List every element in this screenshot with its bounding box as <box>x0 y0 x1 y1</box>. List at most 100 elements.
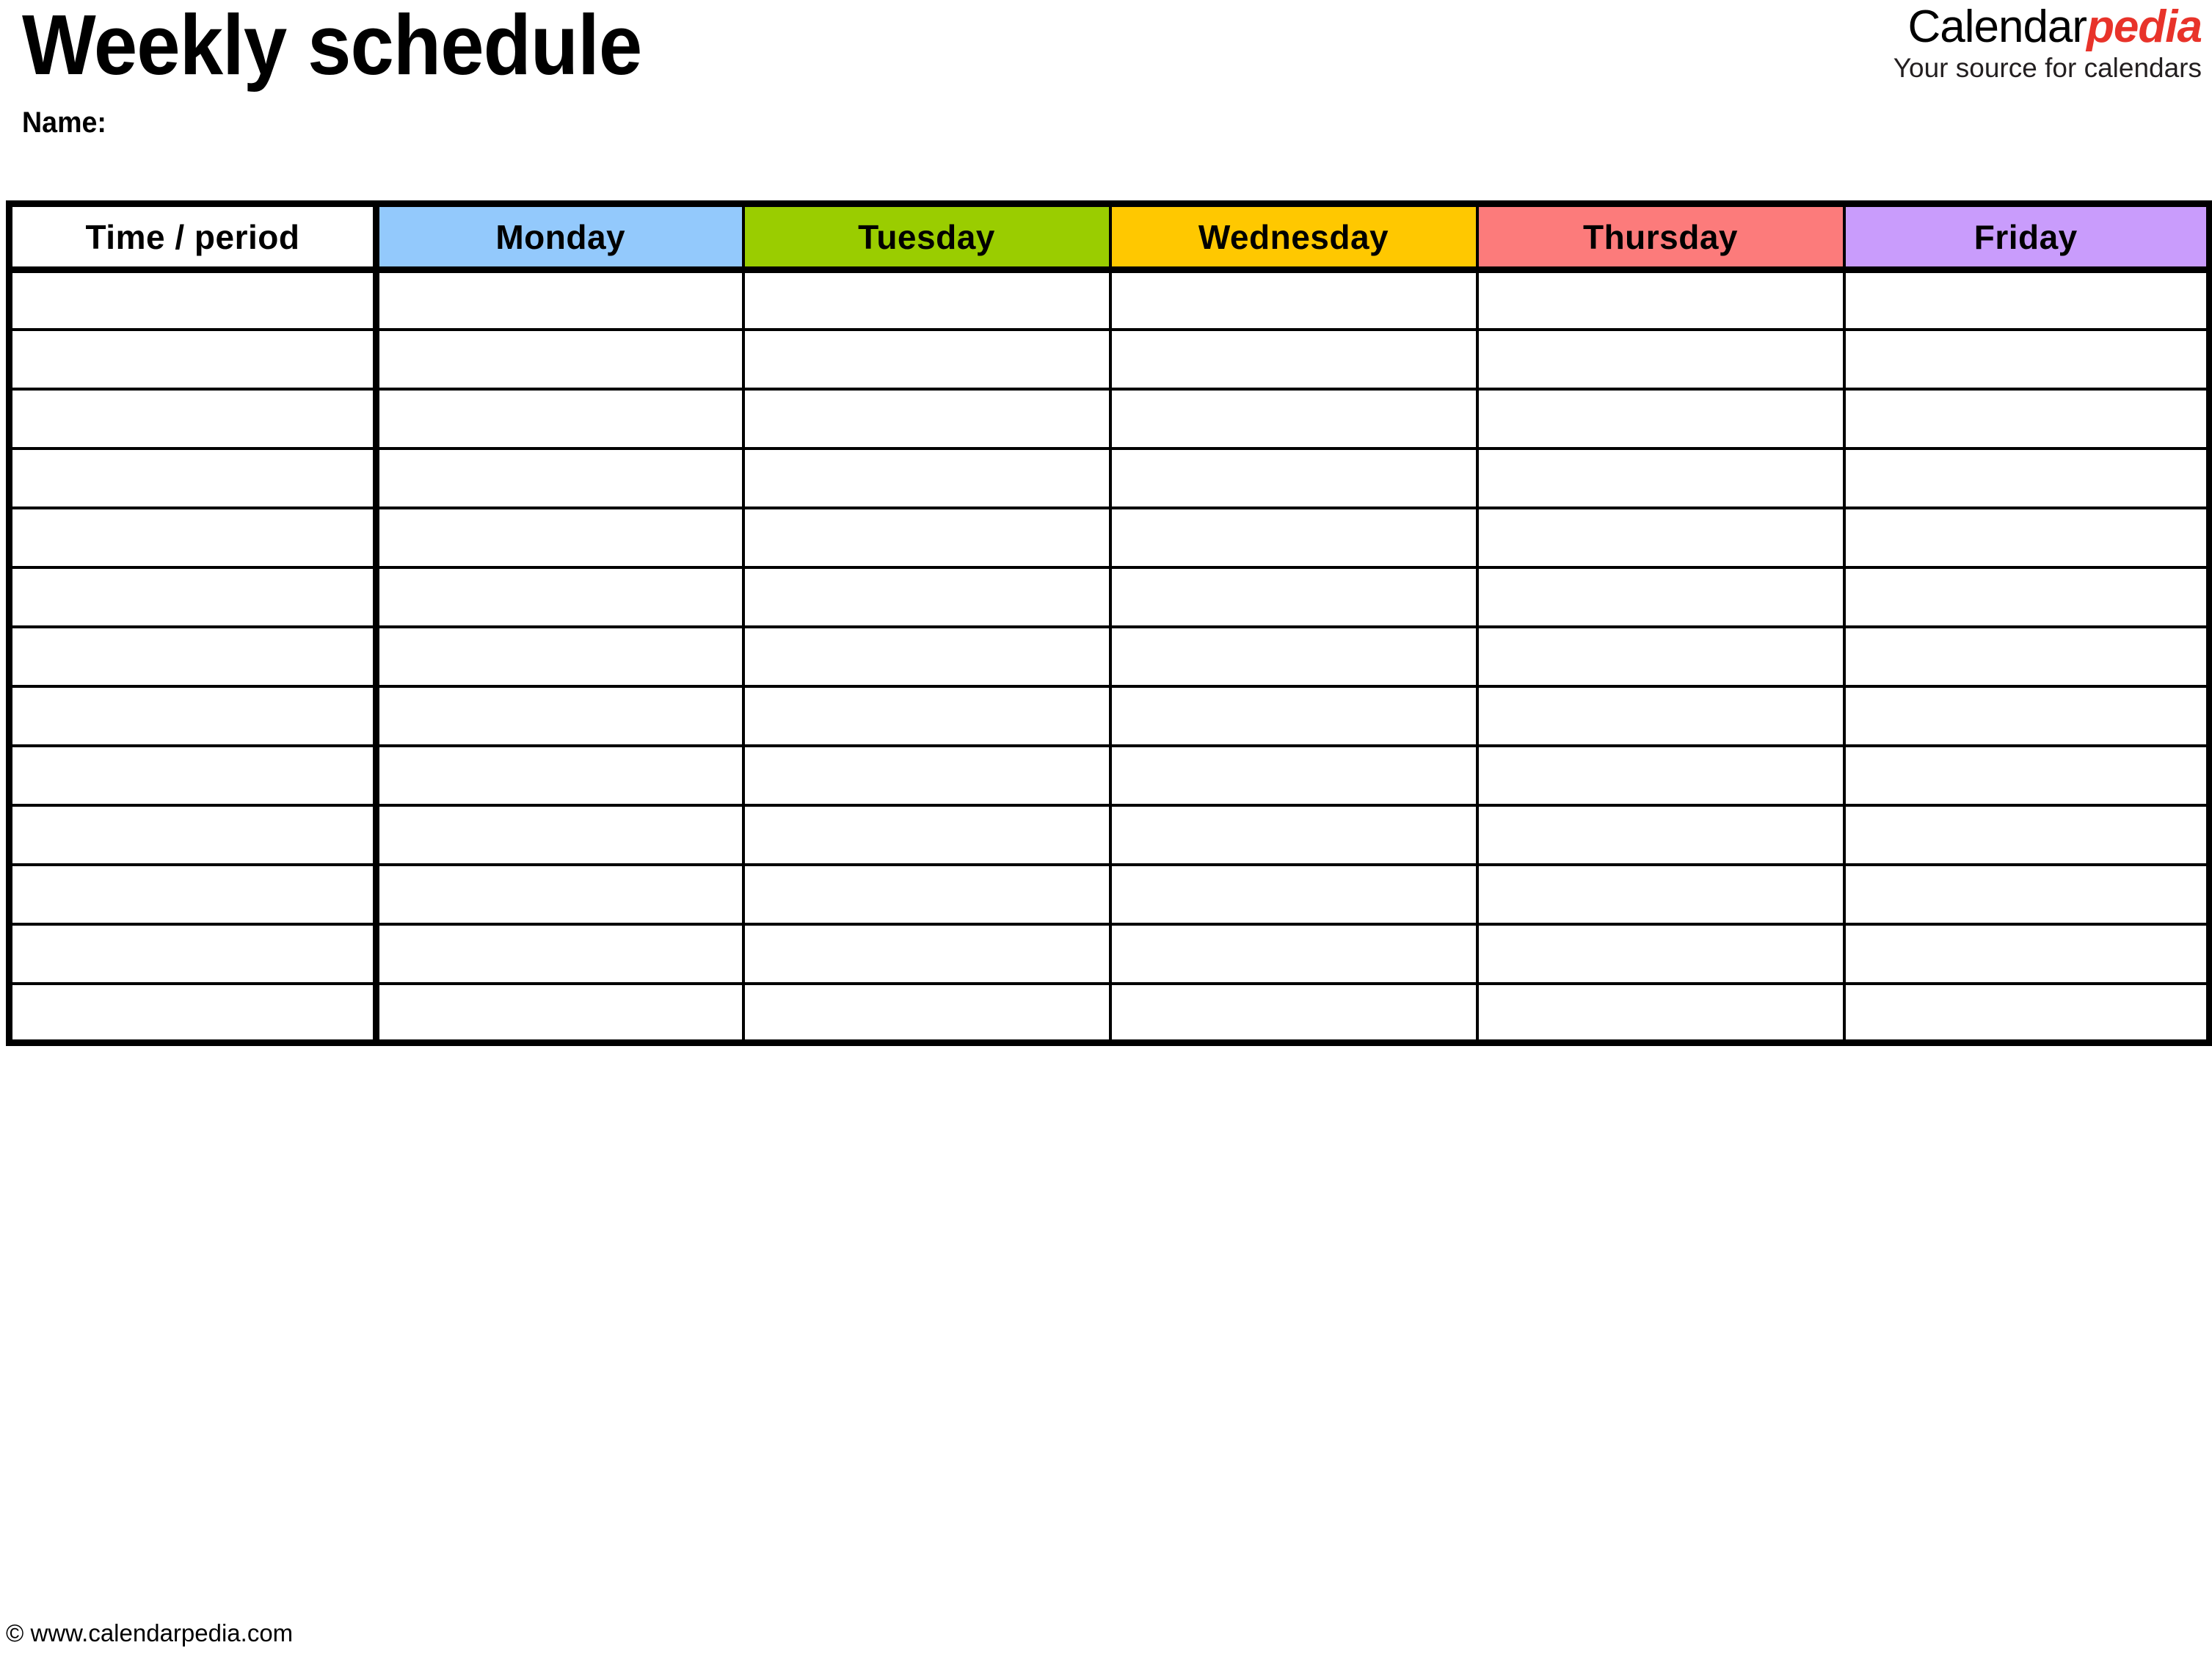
cell-friday-row2[interactable] <box>1842 327 2212 391</box>
cell-monday-row6[interactable] <box>374 565 745 628</box>
cell-friday-row4[interactable] <box>1842 446 2212 509</box>
table-row <box>6 684 2212 747</box>
cell-monday-row9[interactable] <box>374 744 745 807</box>
cell-tuesday-row4[interactable] <box>741 446 1112 509</box>
cell-monday-row2[interactable] <box>374 327 745 391</box>
cell-tuesday-row13[interactable] <box>741 981 1112 1046</box>
cell-friday-row9[interactable] <box>1842 744 2212 807</box>
cell-thursday-row7[interactable] <box>1475 625 1846 688</box>
cell-friday-row3[interactable] <box>1842 387 2212 450</box>
cell-monday-row11[interactable] <box>374 863 745 926</box>
cell-monday-row12[interactable] <box>374 922 745 985</box>
cell-monday-row7[interactable] <box>374 625 745 688</box>
cell-thursday-row12[interactable] <box>1475 922 1846 985</box>
cell-thursday-row11[interactable] <box>1475 863 1846 926</box>
cell-wednesday-row3[interactable] <box>1108 387 1479 450</box>
cell-thursday-row6[interactable] <box>1475 565 1846 628</box>
brand-name-accent: pedia <box>2087 1 2202 52</box>
cell-time-row1[interactable] <box>6 268 379 331</box>
table-row <box>6 327 2212 391</box>
cell-tuesday-row7[interactable] <box>741 625 1112 688</box>
cell-time-row13[interactable] <box>6 981 379 1046</box>
cell-tuesday-row10[interactable] <box>741 803 1112 866</box>
cell-time-row5[interactable] <box>6 506 379 569</box>
table-row <box>6 446 2212 509</box>
column-header-wednesday: Wednesday <box>1108 200 1479 273</box>
cell-tuesday-row1[interactable] <box>741 268 1112 331</box>
cell-tuesday-row5[interactable] <box>741 506 1112 569</box>
cell-time-row6[interactable] <box>6 565 379 628</box>
cell-wednesday-row12[interactable] <box>1108 922 1479 985</box>
cell-time-row10[interactable] <box>6 803 379 866</box>
cell-thursday-row10[interactable] <box>1475 803 1846 866</box>
cell-monday-row1[interactable] <box>374 268 745 331</box>
table-row <box>6 922 2212 985</box>
cell-wednesday-row6[interactable] <box>1108 565 1479 628</box>
brand-tagline: Your source for calendars <box>1893 53 2202 83</box>
cell-time-row12[interactable] <box>6 922 379 985</box>
cell-thursday-row1[interactable] <box>1475 268 1846 331</box>
cell-monday-row5[interactable] <box>374 506 745 569</box>
cell-time-row2[interactable] <box>6 327 379 391</box>
name-field-label: Name: <box>22 106 106 139</box>
cell-friday-row11[interactable] <box>1842 863 2212 926</box>
cell-wednesday-row5[interactable] <box>1108 506 1479 569</box>
cell-time-row11[interactable] <box>6 863 379 926</box>
cell-thursday-row3[interactable] <box>1475 387 1846 450</box>
cell-time-row3[interactable] <box>6 387 379 450</box>
cell-friday-row7[interactable] <box>1842 625 2212 688</box>
cell-thursday-row9[interactable] <box>1475 744 1846 807</box>
cell-thursday-row5[interactable] <box>1475 506 1846 569</box>
table-row <box>6 506 2212 569</box>
cell-wednesday-row8[interactable] <box>1108 684 1479 747</box>
cell-tuesday-row2[interactable] <box>741 327 1112 391</box>
brand-name: Calendarpedia <box>1893 4 2202 50</box>
cell-monday-row4[interactable] <box>374 446 745 509</box>
cell-wednesday-row7[interactable] <box>1108 625 1479 688</box>
cell-friday-row12[interactable] <box>1842 922 2212 985</box>
cell-friday-row5[interactable] <box>1842 506 2212 569</box>
cell-wednesday-row1[interactable] <box>1108 268 1479 331</box>
cell-wednesday-row4[interactable] <box>1108 446 1479 509</box>
cell-tuesday-row3[interactable] <box>741 387 1112 450</box>
table-body <box>6 268 2212 1046</box>
page-title: Weekly schedule <box>22 0 642 92</box>
cell-friday-row13[interactable] <box>1842 981 2212 1046</box>
table-header-row: Time / period Monday Tuesday Wednesday Thurs… <box>6 200 2212 273</box>
cell-thursday-row2[interactable] <box>1475 327 1846 391</box>
page-header: Weekly schedule Name: Calendarpedia Your… <box>0 0 2212 195</box>
cell-tuesday-row6[interactable] <box>741 565 1112 628</box>
cell-wednesday-row13[interactable] <box>1108 981 1479 1046</box>
cell-tuesday-row11[interactable] <box>741 863 1112 926</box>
cell-time-row4[interactable] <box>6 446 379 509</box>
cell-monday-row8[interactable] <box>374 684 745 747</box>
weekly-schedule-table: Time / period Monday Tuesday Wednesday Thurs… <box>6 200 2212 1046</box>
table-row <box>6 625 2212 688</box>
cell-time-row7[interactable] <box>6 625 379 688</box>
cell-wednesday-row11[interactable] <box>1108 863 1479 926</box>
cell-friday-row6[interactable] <box>1842 565 2212 628</box>
cell-monday-row13[interactable] <box>374 981 745 1046</box>
cell-friday-row10[interactable] <box>1842 803 2212 866</box>
schedule-table-container: Time / period Monday Tuesday Wednesday Thurs… <box>6 200 2212 1046</box>
column-header-time: Time / period <box>6 200 379 273</box>
cell-friday-row8[interactable] <box>1842 684 2212 747</box>
cell-tuesday-row12[interactable] <box>741 922 1112 985</box>
table-row <box>6 387 2212 450</box>
calendarpedia-logo: Calendarpedia Your source for calendars <box>1893 4 2202 83</box>
cell-monday-row10[interactable] <box>374 803 745 866</box>
cell-wednesday-row10[interactable] <box>1108 803 1479 866</box>
cell-wednesday-row9[interactable] <box>1108 744 1479 807</box>
table-row <box>6 565 2212 628</box>
cell-tuesday-row8[interactable] <box>741 684 1112 747</box>
table-row <box>6 803 2212 866</box>
cell-thursday-row13[interactable] <box>1475 981 1846 1046</box>
cell-monday-row3[interactable] <box>374 387 745 450</box>
cell-time-row9[interactable] <box>6 744 379 807</box>
cell-thursday-row4[interactable] <box>1475 446 1846 509</box>
cell-friday-row1[interactable] <box>1842 268 2212 331</box>
cell-wednesday-row2[interactable] <box>1108 327 1479 391</box>
cell-thursday-row8[interactable] <box>1475 684 1846 747</box>
cell-time-row8[interactable] <box>6 684 379 747</box>
cell-tuesday-row9[interactable] <box>741 744 1112 807</box>
